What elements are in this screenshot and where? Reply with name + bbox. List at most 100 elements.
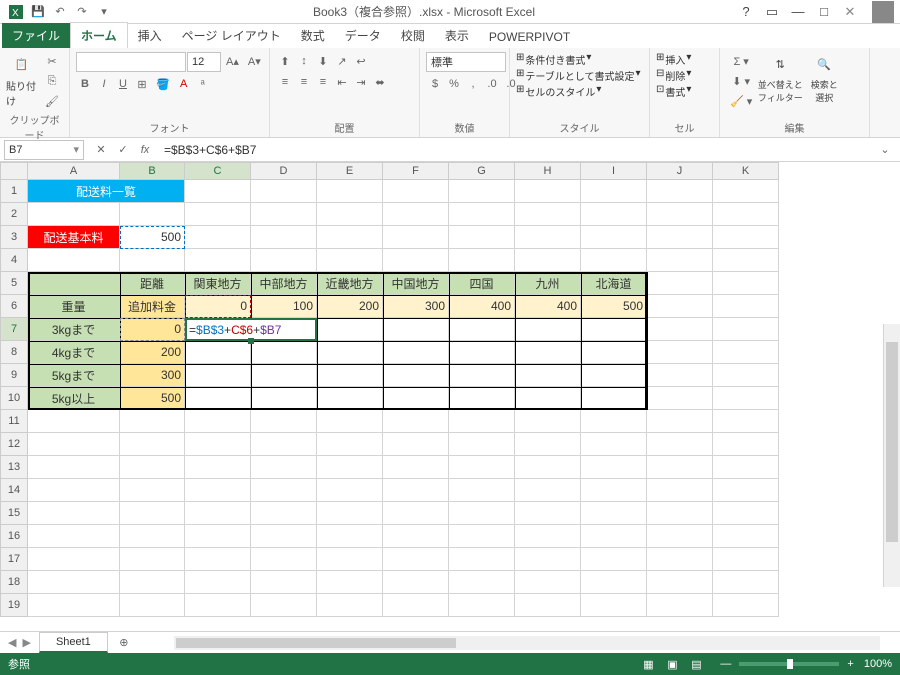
cell-bg[interactable] [647, 479, 713, 502]
cell-bg[interactable] [383, 341, 449, 364]
cell-bg[interactable] [647, 226, 713, 249]
scrollbar-thumb[interactable] [886, 342, 898, 542]
fill-color-button[interactable]: 🪣 [152, 75, 174, 93]
cell-bg[interactable] [185, 226, 251, 249]
delete-cells-button[interactable]: ⊟ 削除 ▾ [656, 68, 691, 83]
comma-icon[interactable]: , [464, 75, 482, 93]
cell-bg[interactable] [647, 571, 713, 594]
cell-bg[interactable] [713, 571, 779, 594]
enter-formula-icon[interactable]: ✓ [114, 141, 132, 159]
cell-bg[interactable] [581, 410, 647, 433]
cell-bg[interactable] [647, 525, 713, 548]
cell-bg[interactable] [581, 226, 647, 249]
cut-icon[interactable]: ✂ [41, 52, 63, 70]
cell-D6[interactable]: 100 [251, 295, 317, 318]
cell-bg[interactable] [28, 456, 120, 479]
cell-bg[interactable] [251, 456, 317, 479]
sheet-tab-sheet1[interactable]: Sheet1 [39, 632, 108, 653]
cell-bg[interactable] [449, 594, 515, 617]
row-header-8[interactable]: 8 [0, 341, 28, 364]
bold-button[interactable]: B [76, 75, 94, 93]
table-format-button[interactable]: ⊞ テーブルとして書式設定 ▾ [516, 68, 641, 83]
cell-bg[interactable] [383, 203, 449, 226]
col-header-A[interactable]: A [28, 162, 120, 180]
cell-bg[interactable] [251, 249, 317, 272]
cancel-formula-icon[interactable]: ✕ [92, 141, 110, 159]
align-middle-icon[interactable]: ↕ [295, 52, 313, 70]
col-header-F[interactable]: F [383, 162, 449, 180]
row-header-3[interactable]: 3 [0, 226, 28, 249]
cell-bg[interactable] [581, 433, 647, 456]
insert-cells-button[interactable]: ⊞ 挿入 ▾ [656, 52, 691, 67]
col-header-E[interactable]: E [317, 162, 383, 180]
cell-bg[interactable] [120, 502, 185, 525]
view-pagebreak-icon[interactable]: ▤ [685, 656, 707, 672]
cell-bg[interactable] [515, 502, 581, 525]
cell-bg[interactable] [713, 387, 779, 410]
cell-bg[interactable] [317, 341, 383, 364]
tab-review[interactable]: 校閲 [391, 23, 435, 48]
cell-bg[interactable] [317, 364, 383, 387]
cell-bg[interactable] [317, 594, 383, 617]
cell-bg[interactable] [515, 318, 581, 341]
cell-bg[interactable] [581, 548, 647, 571]
cell-bg[interactable] [317, 525, 383, 548]
cell-bg[interactable] [383, 180, 449, 203]
cell-bg[interactable] [713, 548, 779, 571]
add-sheet-icon[interactable]: ⊕ [114, 633, 134, 653]
cell-bg[interactable] [449, 341, 515, 364]
cell-B9[interactable]: 300 [120, 364, 185, 387]
indent-inc-icon[interactable]: ⇥ [352, 73, 370, 91]
cell-A7[interactable]: 3kgまで [28, 318, 120, 341]
font-family-dropdown[interactable] [76, 52, 186, 72]
cell-bg[interactable] [251, 433, 317, 456]
cell-bg[interactable] [515, 341, 581, 364]
cell-A3[interactable]: 配送基本料 [28, 226, 120, 249]
name-box-dropdown-icon[interactable]: ▾ [73, 143, 79, 156]
cell-G6[interactable]: 400 [449, 295, 515, 318]
cell-bg[interactable] [581, 479, 647, 502]
cell-bg[interactable] [317, 433, 383, 456]
cell-bg[interactable] [713, 272, 779, 295]
cell-bg[interactable] [185, 502, 251, 525]
cell-B3[interactable]: 500 [120, 226, 185, 249]
cell-bg[interactable] [28, 410, 120, 433]
cell-I6[interactable]: 500 [581, 295, 647, 318]
cell-bg[interactable] [515, 364, 581, 387]
cell-G5[interactable]: 四国 [449, 272, 515, 295]
format-cells-button[interactable]: ⊡ 書式 ▾ [656, 84, 691, 99]
cell-A10[interactable]: 5kg以上 [28, 387, 120, 410]
row-header-14[interactable]: 14 [0, 479, 28, 502]
cell-A5[interactable] [28, 272, 120, 295]
cell-bg[interactable] [515, 226, 581, 249]
horizontal-scrollbar[interactable] [174, 636, 880, 650]
cell-bg[interactable] [383, 364, 449, 387]
zoom-level[interactable]: 100% [864, 658, 892, 670]
close-icon[interactable]: ✕ [838, 2, 862, 22]
cell-bg[interactable] [581, 180, 647, 203]
phonetic-button[interactable]: ᵃ [194, 75, 212, 93]
cell-bg[interactable] [449, 502, 515, 525]
cell-bg[interactable] [449, 387, 515, 410]
cell-bg[interactable] [449, 180, 515, 203]
tab-insert[interactable]: 挿入 [128, 23, 172, 48]
cell-A6[interactable]: 重量 [28, 295, 120, 318]
find-select-button[interactable]: 🔍 検索と 選択 [804, 52, 844, 104]
cell-bg[interactable] [251, 226, 317, 249]
cell-bg[interactable] [317, 387, 383, 410]
cell-bg[interactable] [120, 249, 185, 272]
fx-icon[interactable]: fx [136, 141, 154, 159]
font-size-dropdown[interactable]: 12 [187, 52, 221, 72]
cell-bg[interactable] [251, 180, 317, 203]
view-normal-icon[interactable]: ▦ [637, 656, 659, 672]
cell-bg[interactable] [449, 571, 515, 594]
cell-bg[interactable] [251, 341, 317, 364]
col-header-D[interactable]: D [251, 162, 317, 180]
cell-bg[interactable] [317, 249, 383, 272]
cell-bg[interactable] [713, 502, 779, 525]
cell-bg[interactable] [185, 249, 251, 272]
cell-bg[interactable] [713, 341, 779, 364]
cell-bg[interactable] [185, 525, 251, 548]
cell-C5[interactable]: 関東地方 [185, 272, 251, 295]
row-header-15[interactable]: 15 [0, 502, 28, 525]
